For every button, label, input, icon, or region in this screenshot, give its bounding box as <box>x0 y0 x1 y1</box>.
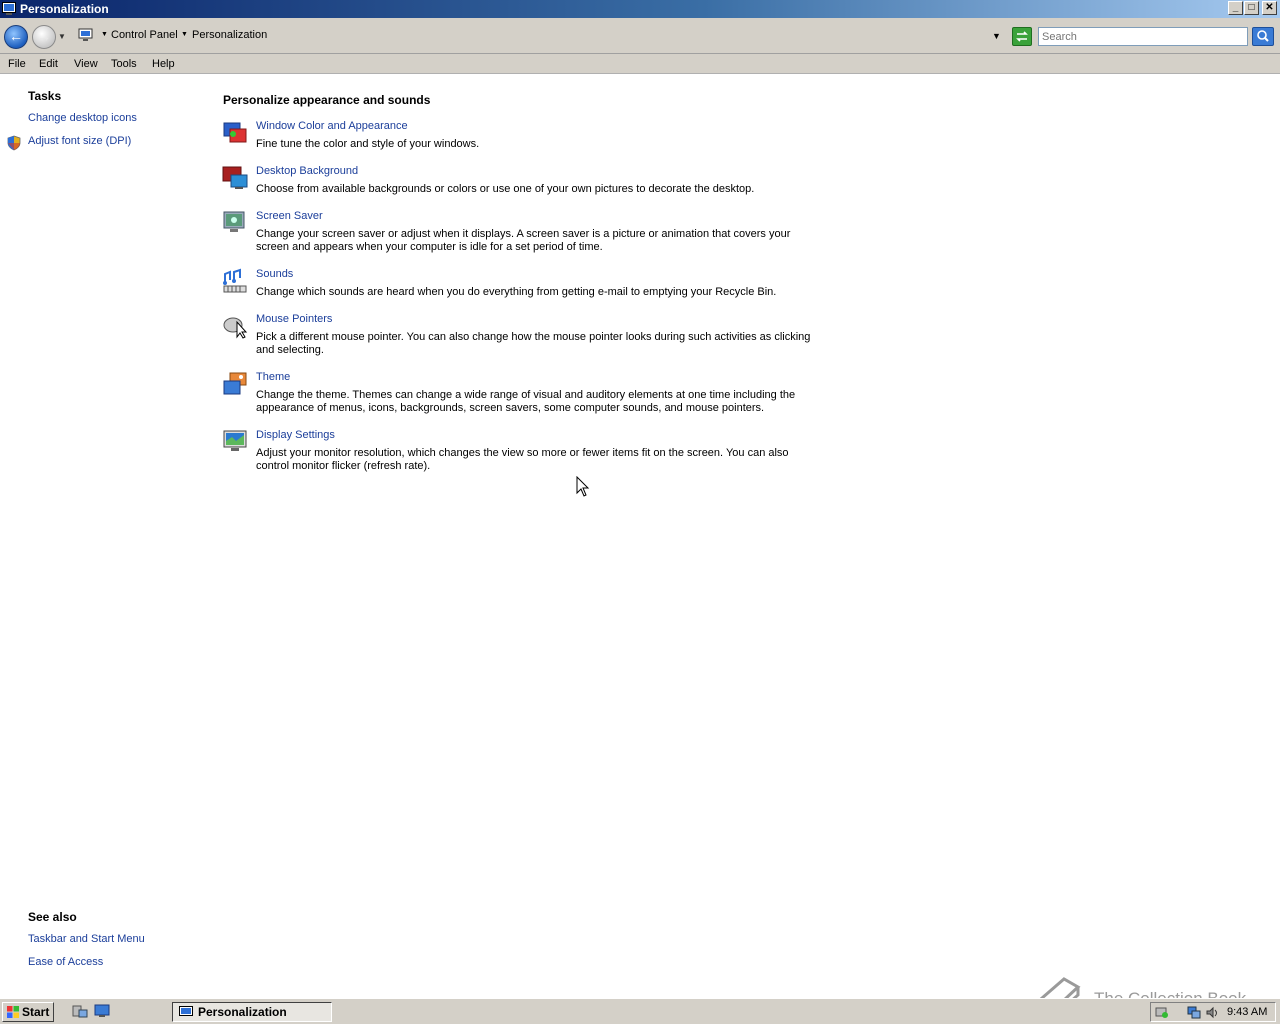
taskbar: Start Personalization 9:43 AM <box>0 998 1280 1024</box>
menu-file[interactable]: File <box>8 58 26 70</box>
sounds-icon <box>223 268 247 293</box>
recent-pages-dropdown[interactable]: ▼ <box>58 32 66 41</box>
menu-view[interactable]: View <box>74 58 98 70</box>
search-button[interactable] <box>1252 27 1274 46</box>
entry-description: Fine tune the color and style of your wi… <box>256 138 480 150</box>
menu-edit[interactable]: Edit <box>39 58 58 70</box>
sounds-link[interactable]: Sounds <box>256 268 293 280</box>
personalization-app-icon <box>2 2 16 15</box>
window-title: Personalization <box>20 2 109 16</box>
server-manager-icon[interactable] <box>72 1004 88 1018</box>
screen-saver-icon <box>223 211 245 232</box>
screen-saver-link[interactable]: Screen Saver <box>256 210 323 222</box>
start-button[interactable]: Start <box>2 1002 54 1022</box>
minimize-button[interactable]: _ <box>1228 1 1243 15</box>
display-settings-link[interactable]: Display Settings <box>256 429 335 441</box>
back-button[interactable]: ← <box>4 25 28 49</box>
crumb-separator-icon[interactable]: ▼ <box>101 31 108 38</box>
restore-button[interactable]: □ <box>1244 1 1259 15</box>
ease-of-access-link[interactable]: Ease of Access <box>28 956 103 968</box>
window-color-link[interactable]: Window Color and Appearance <box>256 120 408 132</box>
forward-button[interactable]: → <box>32 25 56 49</box>
menu-bar: File Edit View Tools Help <box>0 54 1280 74</box>
address-dropdown[interactable]: ▼ <box>992 31 1001 41</box>
search-input[interactable] <box>1038 27 1248 46</box>
refresh-icon <box>1016 31 1028 42</box>
close-button[interactable]: ✕ <box>1262 1 1277 15</box>
mouse-pointers-link[interactable]: Mouse Pointers <box>256 313 332 325</box>
entry-description: Pick a different mouse pointer. You can … <box>256 331 811 356</box>
task-label: Personalization <box>198 1005 287 1019</box>
crumb-separator-icon[interactable]: ▼ <box>181 31 188 38</box>
taskbar-start-menu-link[interactable]: Taskbar and Start Menu <box>28 933 145 945</box>
refresh-button[interactable] <box>1012 27 1032 46</box>
menu-help[interactable]: Help <box>152 58 175 70</box>
start-label: Start <box>22 1005 50 1019</box>
system-tray: 9:43 AM <box>1150 1002 1276 1022</box>
display-settings-icon <box>223 430 247 451</box>
desktop-background-icon <box>222 166 248 189</box>
tasks-heading: Tasks <box>28 89 62 103</box>
control-panel-icon <box>78 28 93 41</box>
breadcrumb-control-panel[interactable]: Control Panel <box>111 29 178 41</box>
breadcrumb-personalization[interactable]: Personalization <box>192 29 267 41</box>
forward-arrow-icon: → <box>37 28 51 44</box>
change-desktop-icons-link[interactable]: Change desktop icons <box>28 112 137 124</box>
entry-description: Choose from available backgrounds or col… <box>256 183 755 195</box>
theme-icon <box>223 372 247 395</box>
title-bar[interactable]: Personalization _ □ ✕ <box>0 0 1280 18</box>
clock[interactable]: 9:43 AM <box>1227 1006 1267 1018</box>
entry-description: Change your screen saver or adjust when … <box>256 228 791 253</box>
page-title: Personalize appearance and sounds <box>223 93 431 107</box>
menu-tools[interactable]: Tools <box>111 58 137 70</box>
taskbar-personalization-button[interactable]: Personalization <box>172 1002 332 1022</box>
entry-description: Change which sounds are heard when you d… <box>256 286 777 298</box>
entry-description: Change the theme. Themes can change a wi… <box>256 389 796 414</box>
volume-tray-icon[interactable] <box>1205 1006 1219 1019</box>
search-icon <box>1257 30 1269 42</box>
navigation-bar: ← → ▼ ▼ Control Panel ▼ Personalization … <box>0 18 1280 54</box>
address-field[interactable]: ▼ Control Panel ▼ Personalization <box>74 25 1008 47</box>
security-tray-icon[interactable] <box>1155 1006 1169 1019</box>
adjust-font-size-link[interactable]: Adjust font size (DPI) <box>28 135 131 147</box>
desktop-background-link[interactable]: Desktop Background <box>256 165 358 177</box>
windows-flag-icon <box>7 1006 19 1018</box>
back-arrow-icon: ← <box>9 28 23 44</box>
personalization-app-icon <box>179 1006 193 1016</box>
network-tray-icon[interactable] <box>1187 1006 1201 1019</box>
window-color-icon <box>223 122 247 143</box>
show-desktop-icon[interactable] <box>94 1004 110 1018</box>
entry-description: Adjust your monitor resolution, which ch… <box>256 447 789 472</box>
uac-shield-icon <box>7 135 21 151</box>
see-also-heading: See also <box>28 910 77 924</box>
mouse-pointers-icon <box>223 317 248 339</box>
mouse-cursor-icon <box>576 476 590 497</box>
theme-link[interactable]: Theme <box>256 371 290 383</box>
